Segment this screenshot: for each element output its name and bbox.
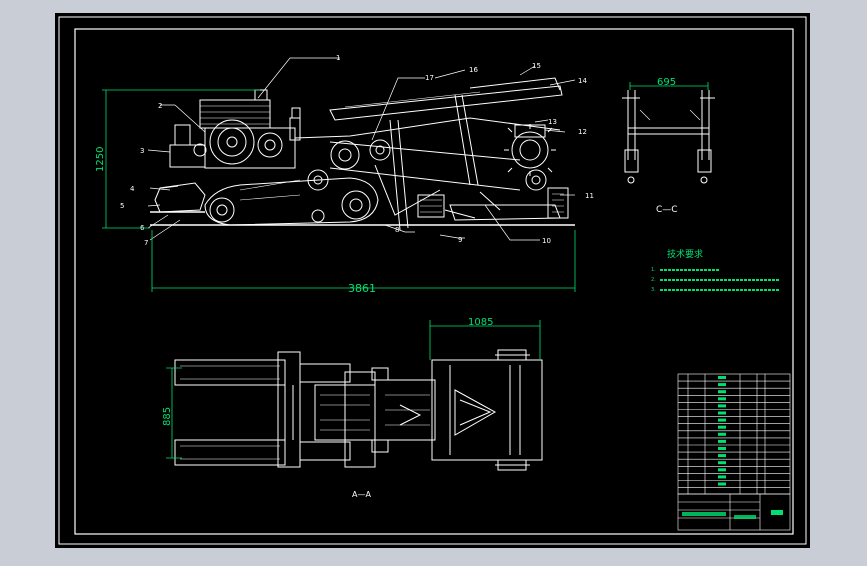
tech-requirements-title: 技术要求 xyxy=(667,248,703,260)
drawing-sheet: 1 2 3 4 5 6 7 8 9 10 11 12 13 14 15 16 1… xyxy=(0,0,867,562)
cc-width-dimension: 695 xyxy=(657,77,676,88)
section-cc-label: C—C xyxy=(656,205,678,215)
part-label-1: 1 xyxy=(336,54,340,62)
aa-width-dimension: 885 xyxy=(162,407,173,426)
part-label-2: 2 xyxy=(158,102,162,110)
parts-table-cell-text xyxy=(718,383,726,387)
part-label-8: 8 xyxy=(395,226,399,234)
parts-table-cell-text xyxy=(718,468,726,472)
part-label-11: 11 xyxy=(585,192,594,200)
part-label-13: 13 xyxy=(548,118,557,126)
part-label-12: 12 xyxy=(578,128,587,136)
part-label-7: 7 xyxy=(144,239,148,247)
parts-table-cell-text xyxy=(718,376,726,379)
length-dimension: 3861 xyxy=(348,282,376,295)
part-label-9: 9 xyxy=(458,236,462,244)
parts-table-cell-text xyxy=(718,425,726,429)
aa-length-dimension: 1085 xyxy=(468,317,493,328)
section-aa-label: A—A xyxy=(352,490,371,499)
height-dimension: 1250 xyxy=(95,147,106,172)
parts-table-cell-text xyxy=(718,390,726,394)
parts-table-cell-text xyxy=(718,439,726,443)
part-label-16: 16 xyxy=(469,66,478,74)
parts-table-cell-text xyxy=(718,461,726,465)
part-label-15: 15 xyxy=(532,62,541,70)
parts-table-cell-text xyxy=(718,432,726,436)
part-label-5: 5 xyxy=(120,202,124,210)
part-label-4: 4 xyxy=(130,185,135,193)
part-label-3: 3 xyxy=(140,147,144,155)
parts-table-cell-text xyxy=(718,475,726,479)
tech-requirement-2: 2. xyxy=(651,277,656,283)
parts-table-cell-text xyxy=(718,454,726,458)
parts-table-cell-text xyxy=(718,447,726,450)
parts-table-cell-text xyxy=(718,418,726,422)
tech-requirement-3: 3. xyxy=(651,287,656,293)
part-label-10: 10 xyxy=(542,237,551,245)
part-label-17: 17 xyxy=(425,74,434,82)
parts-table-cell-text xyxy=(718,397,726,401)
parts-table-cell-text xyxy=(718,482,726,486)
part-label-14: 14 xyxy=(578,77,587,85)
cad-drawing: 1 2 3 4 5 6 7 8 9 10 11 12 13 14 15 16 1… xyxy=(55,13,810,548)
parts-table-cell-text xyxy=(718,404,726,408)
parts-table-cell-text xyxy=(718,411,726,415)
tech-requirement-1: 1. xyxy=(651,267,656,273)
